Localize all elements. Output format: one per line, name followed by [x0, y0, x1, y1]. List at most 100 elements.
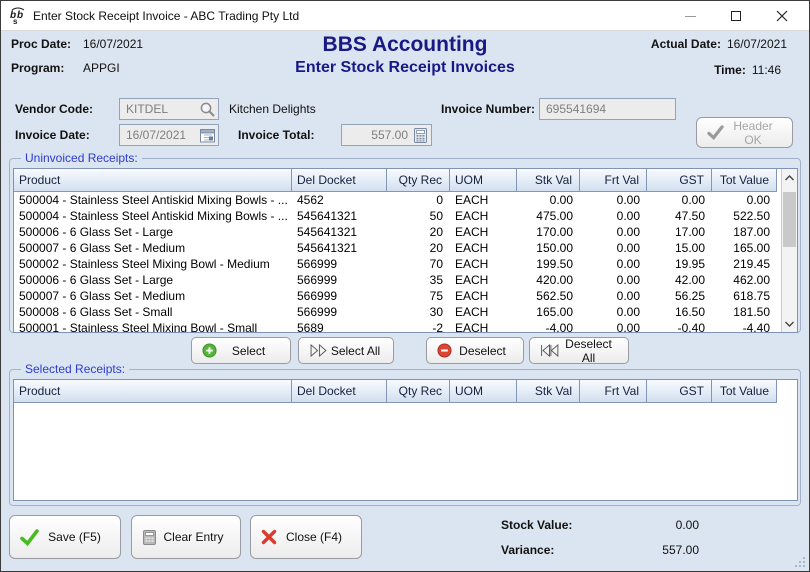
cell-frt_val: 0.00: [580, 272, 647, 288]
uninvoiced-table: ProductDel DocketQty RecUOMStk ValFrt Va…: [13, 168, 798, 333]
table-row[interactable]: 500004 - Stainless Steel Antiskid Mixing…: [14, 192, 781, 208]
cell-frt_val: 0.00: [580, 320, 647, 332]
column-header-qty_rec[interactable]: Qty Rec: [387, 169, 450, 192]
calendar-icon[interactable]: [199, 127, 216, 144]
minimize-icon: [685, 16, 696, 17]
column-header-uom[interactable]: UOM: [450, 169, 517, 192]
table-row[interactable]: 500008 - 6 Glass Set - Small56699930EACH…: [14, 304, 781, 320]
cell-uom: EACH: [450, 304, 517, 320]
column-header-gst[interactable]: GST: [647, 380, 712, 403]
cell-uom: EACH: [450, 256, 517, 272]
column-header-stk_val[interactable]: Stk Val: [517, 380, 580, 403]
cell-qty_rec: 20: [387, 240, 450, 256]
selected-table-header: ProductDel DocketQty RecUOMStk ValFrt Va…: [14, 380, 777, 403]
selected-table-body: [14, 403, 797, 500]
cell-gst: 16.50: [647, 304, 712, 320]
app-icon: b b s: [9, 7, 27, 25]
column-header-uom[interactable]: UOM: [450, 380, 517, 403]
header-ok-button[interactable]: Header OK: [696, 117, 793, 148]
column-header-del_docket[interactable]: Del Docket: [292, 380, 387, 403]
clear-entry-label: Clear Entry: [157, 530, 240, 544]
deselect-button[interactable]: Deselect: [426, 337, 524, 364]
vendor-code-field[interactable]: KITDEL: [119, 98, 219, 120]
table-row[interactable]: 500002 - Stainless Steel Mixing Bowl - M…: [14, 256, 781, 272]
resize-grip[interactable]: [794, 556, 806, 568]
table-row[interactable]: 500007 - 6 Glass Set - Medium54564132120…: [14, 240, 781, 256]
save-button[interactable]: Save (F5): [9, 515, 121, 559]
cell-product: 500002 - Stainless Steel Mixing Bowl - M…: [14, 256, 292, 272]
invoice-date-field[interactable]: 16/07/2021: [119, 124, 219, 146]
cell-del_docket: 4562: [292, 192, 387, 208]
invoice-number-field[interactable]: 695541694: [539, 98, 676, 120]
column-header-gst[interactable]: GST: [647, 169, 712, 192]
column-header-tot_value[interactable]: Tot Value: [712, 169, 777, 192]
cell-stk_val: -4.00: [517, 320, 580, 332]
column-header-qty_rec[interactable]: Qty Rec: [387, 380, 450, 403]
stock-value-amount: 0.00: [601, 518, 699, 532]
column-header-stk_val[interactable]: Stk Val: [517, 169, 580, 192]
minus-circle-icon: [437, 343, 452, 358]
variance-amount: 557.00: [601, 543, 699, 557]
cell-qty_rec: 30: [387, 304, 450, 320]
cell-del_docket: 566999: [292, 256, 387, 272]
clear-calculator-icon: [142, 529, 157, 546]
calculator-icon[interactable]: [412, 127, 429, 144]
time-value: 11:46: [752, 63, 781, 77]
svg-text:b: b: [17, 10, 23, 21]
table-row[interactable]: 500006 - 6 Glass Set - Large56699935EACH…: [14, 272, 781, 288]
variance-label: Variance:: [501, 543, 554, 557]
column-header-del_docket[interactable]: Del Docket: [292, 169, 387, 192]
column-header-frt_val[interactable]: Frt Val: [580, 380, 647, 403]
invoice-total-value: 557.00: [342, 128, 412, 142]
invoice-date-label: Invoice Date:: [15, 128, 90, 142]
table-row[interactable]: 500004 - Stainless Steel Antiskid Mixing…: [14, 208, 781, 224]
cell-tot_value: 187.00: [712, 224, 777, 240]
title-bar[interactable]: b b s Enter Stock Receipt Invoice - ABC …: [1, 1, 809, 31]
app-window: b b s Enter Stock Receipt Invoice - ABC …: [0, 0, 810, 572]
cell-qty_rec: 75: [387, 288, 450, 304]
cell-del_docket: 545641321: [292, 208, 387, 224]
cell-del_docket: 566999: [292, 288, 387, 304]
column-header-frt_val[interactable]: Frt Val: [580, 169, 647, 192]
scrollbar-thumb[interactable]: [783, 192, 796, 247]
cell-qty_rec: 20: [387, 224, 450, 240]
vendor-search-icon[interactable]: [199, 101, 216, 118]
column-header-product[interactable]: Product: [14, 380, 292, 403]
maximize-button[interactable]: [713, 1, 759, 31]
select-label: Select: [217, 344, 290, 358]
column-header-product[interactable]: Product: [14, 169, 292, 192]
minimize-button[interactable]: [667, 1, 713, 31]
table-row[interactable]: 500006 - 6 Glass Set - Large54564132120E…: [14, 224, 781, 240]
save-label: Save (F5): [39, 530, 120, 544]
scroll-up-arrow-icon[interactable]: [782, 169, 797, 186]
cell-frt_val: 0.00: [580, 240, 647, 256]
select-all-button[interactable]: Select All: [298, 337, 394, 364]
select-button[interactable]: Select: [191, 337, 291, 364]
table-row[interactable]: 500007 - 6 Glass Set - Medium56699975EAC…: [14, 288, 781, 304]
cell-gst: -0.40: [647, 320, 712, 332]
close-icon: [776, 10, 788, 22]
time-label: Time:: [714, 63, 746, 77]
clear-entry-button[interactable]: Clear Entry: [131, 515, 241, 559]
cell-stk_val: 475.00: [517, 208, 580, 224]
table-row[interactable]: 500001 - Stainless Steel Mixing Bowl - S…: [14, 320, 781, 332]
cell-frt_val: 0.00: [580, 224, 647, 240]
cell-uom: EACH: [450, 320, 517, 332]
invoice-total-field[interactable]: 557.00: [341, 124, 432, 146]
close-button[interactable]: Close (F4): [250, 515, 362, 559]
cell-tot_value: 181.50: [712, 304, 777, 320]
window-title: Enter Stock Receipt Invoice - ABC Tradin…: [33, 9, 299, 23]
selected-table: ProductDel DocketQty RecUOMStk ValFrt Va…: [13, 379, 798, 501]
scroll-down-arrow-icon[interactable]: [782, 315, 797, 332]
close-window-button[interactable]: [759, 1, 805, 31]
cell-product: 500007 - 6 Glass Set - Medium: [14, 288, 292, 304]
cell-tot_value: 0.00: [712, 192, 777, 208]
cell-gst: 0.00: [647, 192, 712, 208]
cell-frt_val: 0.00: [580, 256, 647, 272]
cell-del_docket: 566999: [292, 272, 387, 288]
column-header-tot_value[interactable]: Tot Value: [712, 380, 777, 403]
cell-uom: EACH: [450, 272, 517, 288]
deselect-all-button[interactable]: Deselect All: [529, 337, 629, 364]
cell-del_docket: 545641321: [292, 240, 387, 256]
uninvoiced-scrollbar[interactable]: [781, 169, 797, 332]
